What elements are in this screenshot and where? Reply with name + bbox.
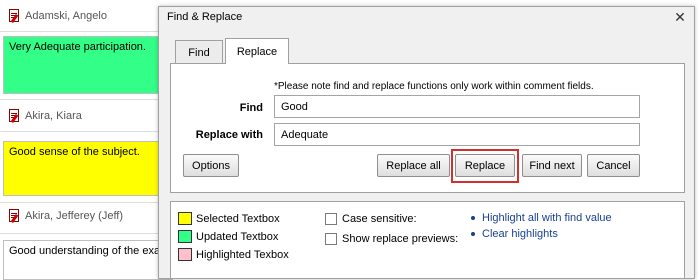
replace-button[interactable]: Replace [455, 154, 515, 177]
checkbox-icon[interactable] [325, 233, 337, 245]
case-sensitive-checkbox[interactable]: Case sensitive: [325, 213, 417, 225]
legend-updated: Updated Textbox [178, 230, 278, 243]
comment-textbox[interactable]: Good understanding of the exa [3, 240, 173, 280]
edit-document-icon[interactable] [8, 109, 21, 124]
student-name: Akira, Jefferey (Jeff) [25, 210, 124, 222]
find-replace-dialog: Find & Replace ✕ Find Replace *Please no… [158, 6, 695, 279]
checkbox-label: Case sensitive: [342, 213, 417, 225]
legend-label: Selected Textbox [196, 212, 280, 225]
options-button[interactable]: Options [183, 154, 239, 177]
green-swatch [178, 230, 192, 243]
replace-panel: *Please note find and replace functions … [170, 63, 685, 193]
bullet-icon [471, 216, 475, 220]
divider [0, 202, 165, 203]
edit-document-icon[interactable] [8, 9, 21, 24]
student-header[interactable]: Adamski, Angelo [8, 6, 107, 26]
legend-label: Updated Textbox [196, 230, 279, 243]
student-name: Akira, Kiara [25, 110, 82, 122]
tab-replace[interactable]: Replace [225, 38, 289, 64]
legend-highlighted: Highlighted Texbox [178, 248, 289, 261]
edit-document-icon[interactable] [8, 209, 21, 224]
student-header[interactable]: Akira, Jefferey (Jeff) [8, 206, 123, 226]
divider [0, 31, 165, 32]
replace-with-label: Replace with [195, 129, 263, 141]
student-header[interactable]: Akira, Kiara [8, 106, 82, 126]
divider [0, 99, 165, 100]
dialog-title: Find & Replace [167, 11, 243, 23]
note-text: *Please note find and replace functions … [274, 81, 594, 92]
replace-input[interactable] [274, 123, 640, 146]
legend-panel: Selected Textbox Updated Textbox Highlig… [170, 201, 685, 279]
link-label: Highlight all with find value [482, 212, 612, 224]
checkbox-icon[interactable] [325, 213, 337, 225]
tab-find[interactable]: Find [175, 40, 223, 64]
legend-selected: Selected Textbox [178, 212, 280, 225]
find-input[interactable] [274, 95, 640, 118]
replace-all-button[interactable]: Replace all [377, 154, 450, 177]
divider [0, 233, 165, 234]
close-icon[interactable]: ✕ [673, 10, 687, 24]
checkbox-label: Show replace previews: [342, 233, 459, 245]
pink-swatch [178, 248, 192, 261]
find-label: Find [239, 102, 263, 114]
divider [0, 131, 165, 132]
comment-textbox[interactable]: Very Adequate participation. [3, 36, 173, 94]
find-next-button[interactable]: Find next [522, 154, 582, 177]
dialog-titlebar[interactable]: Find & Replace [159, 7, 694, 27]
bullet-icon [471, 232, 475, 236]
yellow-swatch [178, 212, 192, 225]
legend-label: Highlighted Texbox [196, 248, 289, 261]
show-previews-checkbox[interactable]: Show replace previews: [325, 233, 458, 245]
comment-textbox[interactable]: Good sense of the subject. [3, 141, 173, 196]
student-name: Adamski, Angelo [25, 10, 107, 22]
clear-highlights-link[interactable]: Clear highlights [471, 228, 558, 240]
cancel-button[interactable]: Cancel [587, 154, 640, 177]
link-label: Clear highlights [482, 228, 558, 240]
highlight-all-link[interactable]: Highlight all with find value [471, 212, 612, 224]
